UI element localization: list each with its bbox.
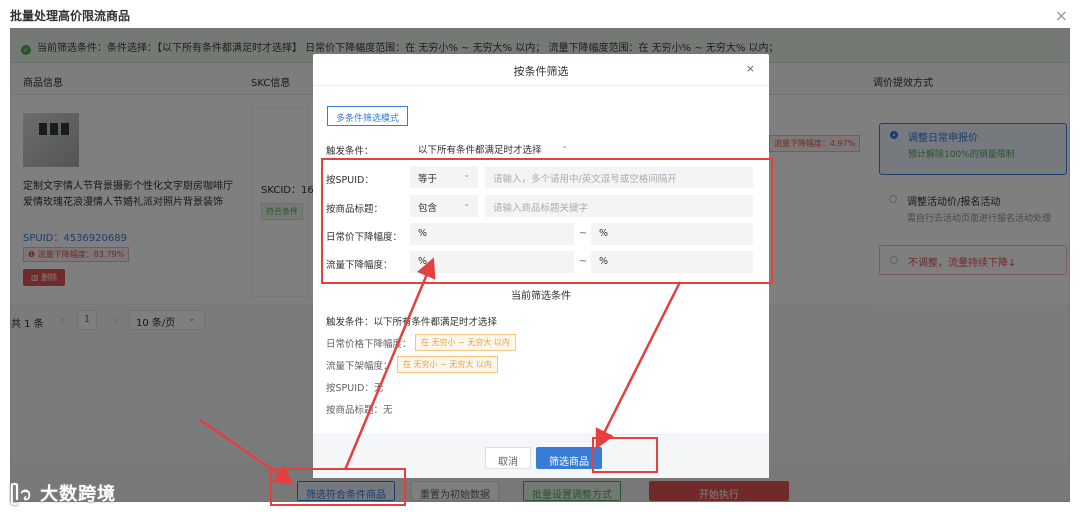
- page: 批量处理高价限流商品 × ✓当前筛选条件：条件选择：【以下所有条件都满足时才选择…: [0, 0, 1080, 512]
- page-close-icon[interactable]: ×: [1055, 6, 1068, 25]
- watermark-text: 大数跨境: [40, 484, 117, 505]
- summary-trigger: 触发条件：以下所有条件都满足时才选择: [326, 317, 498, 328]
- trigger-label: 触发条件：: [326, 146, 374, 157]
- annotation-highlight-confirm: [592, 437, 658, 473]
- summary-spuid: 按SPUID：无: [326, 383, 384, 394]
- summary-title: 按商品标题：无: [326, 405, 393, 416]
- modal-header: 按条件筛选 ×: [313, 54, 769, 86]
- summary-price-tag: 在 无穷小 ~ 无穷大 以内: [415, 334, 516, 351]
- modal-title: 按条件筛选: [513, 65, 569, 78]
- annotation-highlight-conditions: [321, 158, 773, 284]
- current-conditions-title: 当前筛选条件: [511, 291, 571, 302]
- logo-icon: ᥫ᭡: [10, 484, 33, 505]
- modal-close-icon[interactable]: ×: [746, 62, 755, 75]
- annotation-highlight-filter: [270, 468, 406, 506]
- cancel-button[interactable]: 取消: [485, 447, 531, 469]
- summary-price-label: 日常价格下降幅度：: [326, 339, 412, 350]
- summary-flow-label: 流量下架幅度：: [326, 361, 393, 372]
- tab-multi-condition[interactable]: 多条件筛选模式: [327, 106, 409, 126]
- summary-flow-tag: 在 无穷小 ~ 无穷大 以内: [397, 356, 498, 373]
- watermark: ᥫ᭡ 大数跨境: [10, 480, 116, 512]
- chevron-down-icon: ⌄: [561, 141, 568, 150]
- page-title: 批量处理高价限流商品: [10, 9, 131, 23]
- trigger-select-value: 以下所有条件都满足时才选择: [418, 145, 542, 156]
- trigger-select[interactable]: 以下所有条件都满足时才选择 ⌄: [410, 137, 576, 159]
